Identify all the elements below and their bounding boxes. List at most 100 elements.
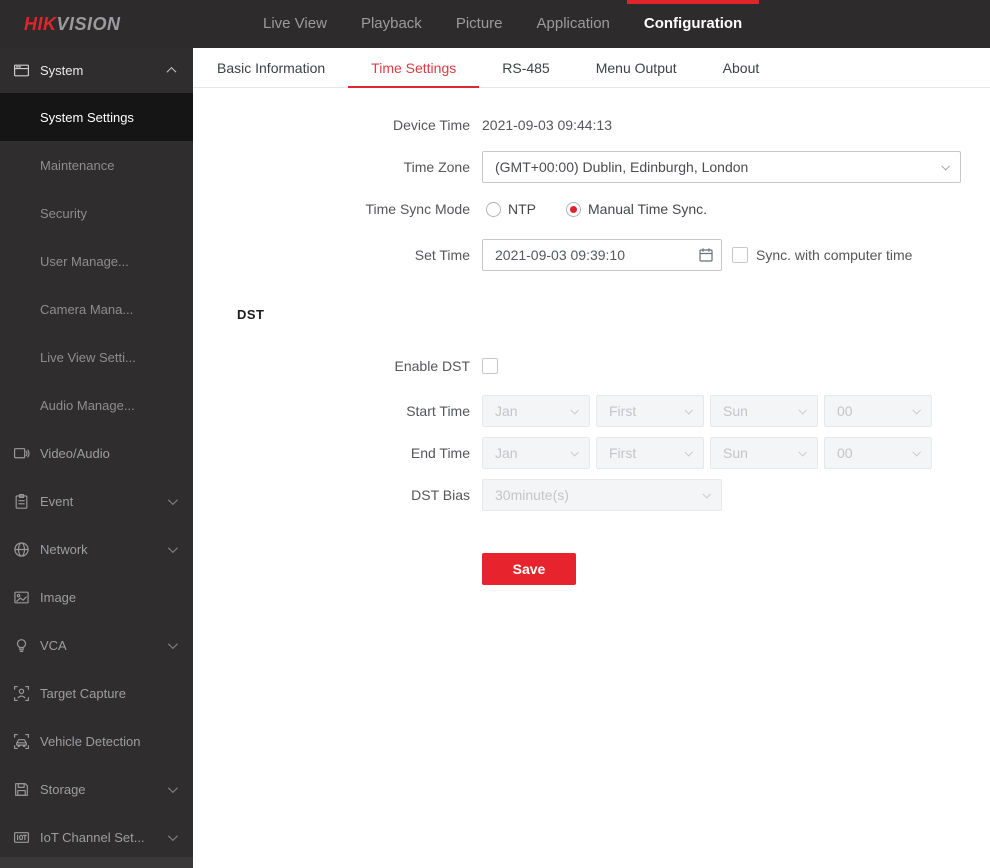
sidebar-item-iot-channel-settings[interactable]: IoT Channel Set... — [0, 813, 193, 861]
manual-time-sync-radio-group: Manual Time Sync. — [566, 201, 707, 217]
time-settings-form: Device Time 2021-09-03 09:44:13 Time Zon… — [193, 115, 990, 585]
enable-dst-checkbox[interactable] — [482, 357, 498, 374]
save-button[interactable]: Save — [482, 553, 576, 585]
nav-configuration[interactable]: Configuration — [626, 0, 760, 48]
chevron-down-icon — [941, 162, 950, 171]
tab-basic-information[interactable]: Basic Information — [194, 48, 348, 88]
enable-dst-label: Enable DST — [394, 357, 470, 374]
sidebar-item-label: Vehicle Detection — [40, 733, 141, 749]
nav-picture[interactable]: Picture — [439, 0, 520, 48]
chevron-down-icon — [167, 494, 178, 505]
sidebar-item-system[interactable]: System — [0, 48, 193, 93]
start-hour-value: 00 — [837, 403, 853, 419]
sidebar-item-vca[interactable]: VCA — [0, 621, 193, 669]
chevron-down-icon — [684, 406, 693, 415]
sidebar-item-event[interactable]: Event — [0, 477, 193, 525]
sidebar-item-live-view-settings[interactable]: Live View Setti... — [0, 333, 193, 381]
end-week-value: First — [609, 445, 637, 461]
sidebar-bottom-strip — [0, 857, 193, 868]
tab-label: Basic Information — [217, 60, 326, 76]
end-month-value: Jan — [495, 445, 518, 461]
nav-label: Application — [536, 15, 610, 32]
chevron-down-icon — [912, 406, 921, 415]
chevron-down-icon — [570, 448, 579, 457]
sidebar-item-label: Audio Manage... — [40, 397, 135, 413]
end-week-select[interactable]: First — [596, 437, 704, 469]
radio-dot — [570, 205, 577, 213]
dst-section-heading: DST — [237, 307, 265, 322]
ntp-radio-label: NTP — [508, 201, 536, 217]
set-time-input[interactable] — [482, 239, 722, 271]
chevron-down-icon — [167, 830, 178, 841]
tab-menu-output[interactable]: Menu Output — [573, 48, 700, 88]
sidebar-item-storage[interactable]: Storage — [0, 765, 193, 813]
sidebar-item-network[interactable]: Network — [0, 525, 193, 573]
tab-about[interactable]: About — [700, 48, 783, 88]
nav-application[interactable]: Application — [520, 0, 627, 48]
target-capture-icon — [13, 685, 30, 702]
sidebar-item-label: User Manage... — [40, 253, 129, 269]
hikvision-logo: HIKVISION — [24, 14, 121, 35]
start-day-select[interactable]: Sun — [710, 395, 818, 427]
calendar-icon[interactable] — [698, 247, 714, 263]
start-day-value: Sun — [723, 403, 748, 419]
iot-channel-icon — [13, 829, 30, 846]
end-day-value: Sun — [723, 445, 748, 461]
sidebar: System System Settings Maintenance Secur… — [0, 48, 193, 868]
event-icon — [13, 493, 30, 510]
logo-vision: VISION — [56, 13, 121, 34]
sidebar-item-maintenance[interactable]: Maintenance — [0, 141, 193, 189]
storage-icon — [13, 781, 30, 798]
sidebar-item-image[interactable]: Image — [0, 573, 193, 621]
enable-dst-row: Enable DST — [193, 357, 990, 374]
start-week-select[interactable]: First — [596, 395, 704, 427]
start-week-value: First — [609, 403, 637, 419]
sidebar-item-system-settings[interactable]: System Settings — [0, 93, 193, 141]
sidebar-item-label: VCA — [40, 637, 67, 653]
time-zone-row: Time Zone (GMT+00:00) Dublin, Edinburgh,… — [193, 151, 990, 183]
sidebar-item-camera-management[interactable]: Camera Mana... — [0, 285, 193, 333]
sidebar-item-vehicle-detection[interactable]: Vehicle Detection — [0, 717, 193, 765]
time-sync-mode-row: Time Sync Mode NTP Manual Time Sync. — [193, 199, 990, 219]
time-sync-mode-label: Time Sync Mode — [365, 201, 470, 217]
nav-label: Picture — [455, 15, 503, 32]
chevron-down-icon — [684, 448, 693, 457]
nav-live-view[interactable]: Live View — [246, 0, 344, 48]
sidebar-item-security[interactable]: Security — [0, 189, 193, 237]
sidebar-item-user-management[interactable]: User Manage... — [0, 237, 193, 285]
sidebar-item-label: IoT Channel Set... — [40, 829, 145, 845]
sidebar-item-label: Security — [40, 205, 87, 221]
tab-rs-485[interactable]: RS-485 — [479, 48, 572, 88]
nav-label: Configuration — [643, 15, 743, 32]
chevron-up-icon — [166, 66, 177, 77]
chevron-down-icon — [912, 448, 921, 457]
sidebar-item-audio-management[interactable]: Audio Manage... — [0, 381, 193, 429]
end-hour-select[interactable]: 00 — [824, 437, 932, 469]
chevron-down-icon — [702, 490, 711, 499]
set-time-field-wrap — [482, 239, 722, 271]
sidebar-item-video-audio[interactable]: Video/Audio — [0, 429, 193, 477]
sidebar-item-label: Target Capture — [40, 685, 126, 701]
top-navigation: Live View Playback Picture Application C… — [246, 0, 760, 48]
top-bar: HIKVISION Live View Playback Picture App… — [0, 0, 990, 48]
dst-bias-select[interactable]: 30minute(s) — [482, 479, 722, 511]
tab-time-settings[interactable]: Time Settings — [348, 48, 480, 88]
sidebar-item-label: Live View Setti... — [40, 349, 136, 365]
time-zone-select[interactable]: (GMT+00:00) Dublin, Edinburgh, London — [482, 151, 961, 183]
start-month-select[interactable]: Jan — [482, 395, 590, 427]
sidebar-item-target-capture[interactable]: Target Capture — [0, 669, 193, 717]
start-hour-select[interactable]: 00 — [824, 395, 932, 427]
chevron-down-icon — [167, 782, 178, 793]
nav-playback[interactable]: Playback — [344, 0, 439, 48]
end-month-select[interactable]: Jan — [482, 437, 590, 469]
vca-icon — [13, 637, 30, 654]
sync-with-computer-checkbox[interactable] — [732, 247, 748, 263]
tab-label: Time Settings — [371, 60, 457, 76]
end-hour-value: 00 — [837, 445, 853, 461]
manual-time-sync-radio[interactable] — [566, 201, 581, 217]
ntp-radio[interactable] — [486, 201, 501, 217]
tab-bar: Basic Information Time Settings RS-485 M… — [193, 48, 990, 88]
set-time-row: Set Time Sync. with computer time — [193, 239, 990, 271]
dst-start-time-row: Start Time Jan First Sun 00 — [193, 395, 990, 427]
end-day-select[interactable]: Sun — [710, 437, 818, 469]
